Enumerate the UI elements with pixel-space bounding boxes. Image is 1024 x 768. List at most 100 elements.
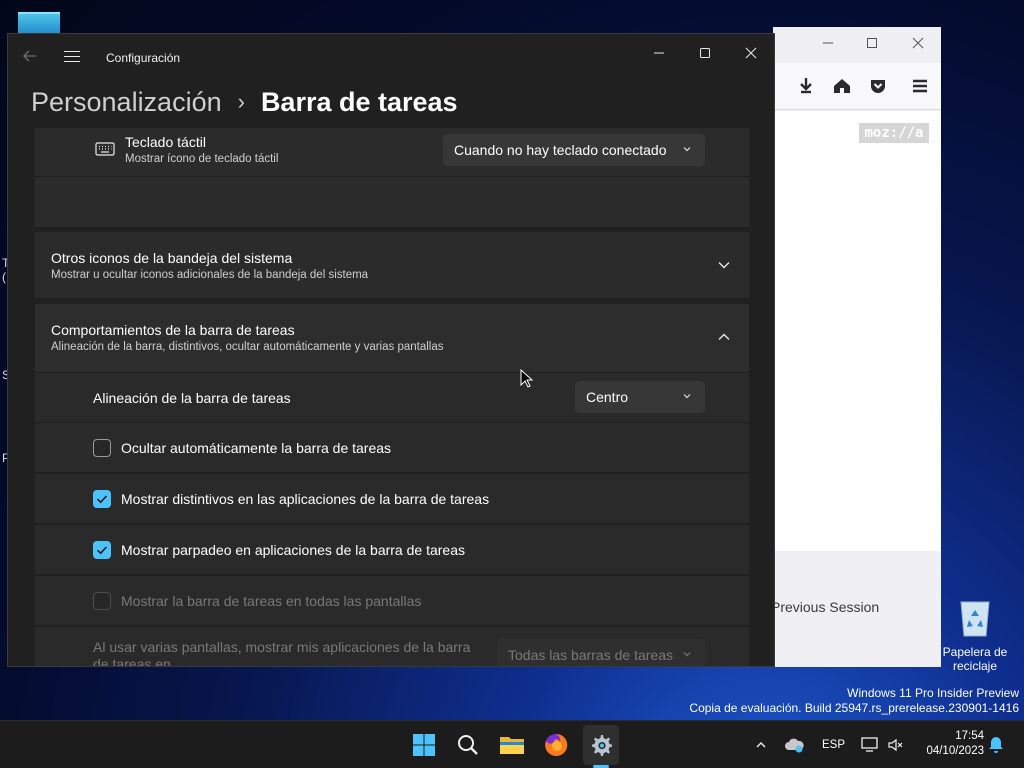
toolbar-icon-partial[interactable]	[773, 73, 795, 99]
download-icon	[800, 78, 812, 94]
firefox-taskbar-button[interactable]	[539, 728, 573, 762]
touch-keyboard-dropdown[interactable]: Cuando no hay teclado conectado	[443, 134, 705, 166]
close-icon	[745, 47, 757, 59]
minimize-icon	[654, 52, 664, 54]
touch-keyboard-row-spacer	[35, 177, 749, 227]
auto-hide-row[interactable]: Ocultar automáticamente la barra de tare…	[35, 423, 749, 472]
other-tray-icons-subtitle: Mostrar u ocultar iconos adicionales de …	[51, 269, 369, 281]
maximize-icon	[867, 38, 877, 48]
maximize-button[interactable]	[690, 42, 720, 66]
firefox-page-lower: Previous Session	[773, 551, 941, 667]
watermark-line2: Copia de evaluación. Build 25947.rs_prer…	[689, 700, 1019, 715]
checkmark-icon	[96, 495, 108, 504]
onedrive-tray-button[interactable]	[778, 728, 810, 762]
firefox-titlebar[interactable]	[773, 27, 941, 63]
back-button[interactable]	[22, 48, 38, 69]
input-language-indicator[interactable]: ESP	[822, 739, 845, 751]
home-icon	[834, 79, 850, 93]
watermark-line1: Windows 11 Pro Insider Preview	[847, 686, 1019, 700]
close-button[interactable]	[736, 42, 766, 66]
show-hidden-icons-button[interactable]	[744, 728, 778, 762]
taskbar-behaviors-expander[interactable]: Comportamientos de la barra de tareas Al…	[35, 304, 749, 372]
close-button[interactable]	[903, 31, 933, 57]
minimize-button[interactable]	[813, 31, 843, 57]
pocket-button[interactable]	[865, 73, 893, 99]
keyboard-icon	[95, 142, 115, 156]
restore-previous-session-link[interactable]: Previous Session	[773, 599, 879, 615]
chevron-up-icon	[756, 742, 766, 748]
clock[interactable]: 17:54 04/10/2023	[914, 729, 984, 759]
taskbar-behaviors-subtitle: Alineación de la barra, distintivos, ocu…	[51, 341, 444, 353]
volume-tray-button[interactable]	[882, 728, 910, 762]
breadcrumb-separator: ›	[237, 89, 245, 114]
evaluation-watermark: Windows 11 Pro Insider Preview Copia de …	[689, 686, 1019, 715]
multi-display-label: Al usar varias pantallas, mostrar mis ap…	[93, 639, 471, 666]
show-flashing-row[interactable]: Mostrar parpadeo en aplicaciones de la b…	[35, 525, 749, 574]
search-icon	[458, 735, 478, 755]
firefox-window[interactable]: moz://a Previous Session	[773, 27, 941, 667]
auto-hide-checkbox[interactable]	[93, 439, 111, 457]
windows-logo-icon	[413, 734, 435, 756]
mozilla-logo: moz://a	[859, 123, 929, 143]
other-tray-icons-title: Otros iconos de la bandeja del sistema	[51, 250, 293, 266]
close-icon	[912, 37, 924, 49]
cloud-icon	[785, 738, 804, 753]
pocket-icon	[871, 80, 885, 93]
navigation-menu-button[interactable]	[64, 47, 80, 66]
touch-keyboard-subtitle: Mostrar ícono de teclado táctil	[125, 153, 279, 165]
downloads-button[interactable]	[793, 73, 821, 99]
show-badges-label: Mostrar distintivos en las aplicaciones …	[121, 491, 490, 507]
start-button[interactable]	[407, 728, 441, 762]
minimize-button[interactable]	[644, 42, 674, 66]
mouse-cursor-icon	[520, 369, 534, 388]
dropdown-value: Cuando no hay teclado conectado	[454, 142, 667, 158]
show-badges-row[interactable]: Mostrar distintivos en las aplicaciones …	[35, 474, 749, 523]
hamburger-icon	[913, 79, 927, 93]
chevron-down-icon	[683, 147, 691, 152]
firefox-icon	[545, 733, 568, 756]
desktop-edge-text: (	[2, 270, 6, 284]
maximize-button[interactable]	[857, 31, 887, 57]
bell-icon	[989, 737, 1003, 753]
network-icon	[861, 737, 878, 752]
folder-icon	[500, 737, 524, 754]
volume-muted-icon	[888, 738, 903, 752]
clock-time: 17:54	[955, 730, 984, 742]
settings-titlebar[interactable]: Configuración	[8, 34, 774, 82]
all-displays-label: Mostrar la barra de tareas en todas las …	[121, 593, 422, 609]
show-badges-checkbox[interactable]	[93, 490, 111, 508]
file-explorer-button[interactable]	[495, 728, 529, 762]
breadcrumb: Personalización › Barra de tareas	[31, 82, 458, 122]
partial-icon	[773, 73, 781, 99]
app-menu-button[interactable]	[907, 73, 935, 99]
taskbar: ESP 17:54 04/10/2023	[0, 720, 1024, 768]
home-button[interactable]	[829, 73, 857, 99]
notifications-button[interactable]	[982, 728, 1010, 762]
gear-icon	[592, 735, 612, 756]
alignment-dropdown[interactable]: Centro	[575, 381, 705, 413]
app-title: Configuración	[106, 51, 181, 65]
other-tray-icons-expander[interactable]: Otros iconos de la bandeja del sistema M…	[35, 232, 749, 298]
search-button[interactable]	[451, 728, 485, 762]
dropdown-value: Centro	[586, 389, 629, 405]
show-flashing-checkbox[interactable]	[93, 541, 111, 559]
chevron-up-icon	[718, 333, 730, 340]
settings-window[interactable]: Configuración Personalización › Barra de…	[8, 34, 774, 666]
minimize-icon	[823, 42, 833, 44]
chevron-down-icon	[718, 262, 730, 269]
firefox-toolbar	[773, 63, 941, 110]
page-title: Barra de tareas	[260, 86, 458, 117]
clock-date: 04/10/2023	[926, 745, 984, 757]
chevron-down-icon	[683, 652, 691, 657]
touch-keyboard-row: Teclado táctil Mostrar ícono de teclado …	[35, 128, 749, 176]
network-tray-button[interactable]	[856, 728, 884, 762]
all-displays-row: Mostrar la barra de tareas en todas las …	[35, 576, 749, 625]
breadcrumb-parent[interactable]: Personalización	[31, 87, 222, 118]
back-arrow-icon	[23, 50, 36, 62]
firefox-page: moz://a	[773, 111, 941, 551]
checkmark-icon	[96, 546, 108, 555]
desktop-icon-partial[interactable]	[18, 12, 60, 36]
show-flashing-label: Mostrar parpadeo en aplicaciones de la b…	[121, 542, 465, 558]
recycle-bin[interactable]: Papelera de reciclaje	[940, 596, 1010, 673]
settings-taskbar-button[interactable]	[584, 728, 618, 762]
